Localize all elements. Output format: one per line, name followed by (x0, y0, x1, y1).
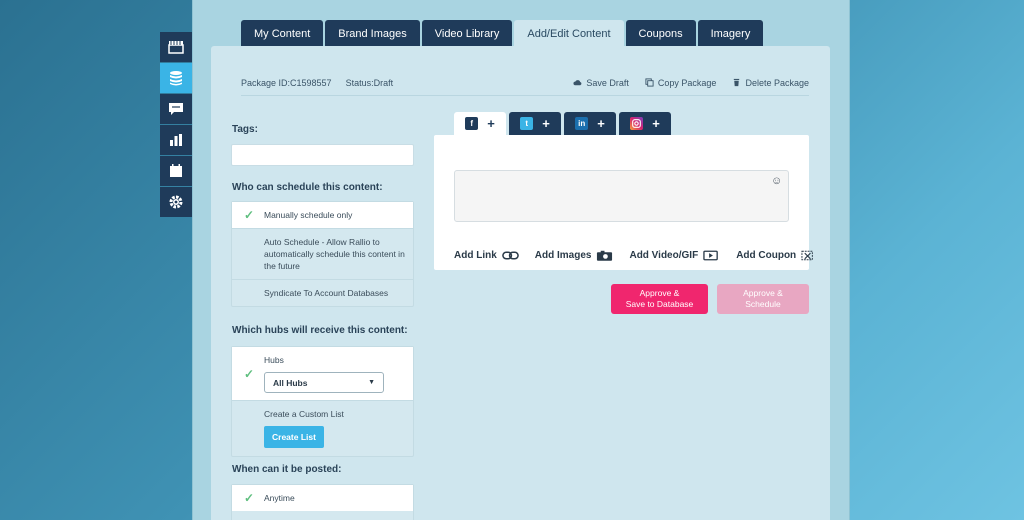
tab-instagram[interactable]: + (619, 112, 671, 135)
social-network-tabs: f + t + in + + (454, 112, 671, 135)
trash-icon (734, 78, 740, 87)
tab-imagery[interactable]: Imagery (697, 20, 764, 47)
copy-icon (645, 78, 654, 87)
add-coupon-button[interactable]: Add Coupon (736, 250, 818, 261)
add-images-button[interactable]: Add Images (535, 250, 614, 261)
option-hubs[interactable]: ✓ Hubs All Hubs ▼ (232, 347, 413, 400)
delete-package-button[interactable]: Delete Package (732, 78, 809, 88)
option-auto-schedule[interactable]: Auto Schedule - Allow Rallio to automati… (232, 228, 413, 279)
tab-brand-images[interactable]: Brand Images (325, 20, 420, 47)
linkedin-icon: in (575, 117, 589, 130)
option-manual-schedule[interactable]: ✓ Manually schedule only (232, 202, 413, 228)
plus-icon: + (542, 116, 550, 131)
tab-linkedin[interactable]: in + (564, 112, 616, 135)
check-icon: ✓ (244, 491, 255, 505)
hubs-select[interactable]: All Hubs ▼ (264, 372, 384, 393)
post-text-input[interactable] (454, 170, 789, 222)
chart-icon[interactable] (160, 125, 192, 155)
tags-input[interactable] (231, 144, 414, 166)
tab-add-edit-content[interactable]: Add/Edit Content (514, 20, 624, 47)
tab-twitter[interactable]: t + (509, 112, 561, 135)
instagram-icon (630, 117, 644, 130)
chat-icon[interactable] (160, 94, 192, 124)
posted-options: ✓ Anytime (231, 484, 414, 520)
add-link-button[interactable]: Add Link (454, 250, 519, 261)
cloud-icon (573, 80, 582, 86)
database-icon[interactable] (160, 63, 192, 93)
plus-icon: + (597, 116, 605, 131)
schedule-options: ✓ Manually schedule only Auto Schedule -… (231, 201, 414, 307)
approve-schedule-button[interactable]: Approve & Schedule (717, 284, 809, 314)
twitter-icon: t (520, 117, 534, 130)
option-syndicate[interactable]: Syndicate To Account Databases (232, 279, 413, 306)
camera-icon (597, 250, 613, 261)
hubs-label: Which hubs will receive this content: (232, 325, 408, 336)
schedule-label: Who can schedule this content: (232, 182, 383, 193)
tags-label: Tags: (232, 124, 258, 135)
calendar-icon[interactable] (160, 156, 192, 186)
plus-icon: + (487, 116, 495, 131)
package-bar: Package ID:C1598557 Status:Draft Save Dr… (241, 70, 809, 96)
tab-my-content[interactable]: My Content (241, 20, 324, 47)
package-status: Status:Draft (345, 77, 394, 88)
top-tabs: My Content Brand Images Video Library Ad… (241, 20, 764, 47)
check-icon: ✓ (244, 208, 255, 222)
posted-label: When can it be posted: (232, 464, 342, 475)
facebook-icon: f (465, 117, 479, 130)
store-icon[interactable] (160, 32, 192, 62)
plus-icon: + (652, 116, 660, 131)
tab-facebook[interactable]: f + (454, 112, 506, 135)
option-custom-list[interactable]: Create a Custom List Create List (232, 400, 413, 456)
link-icon (501, 251, 519, 260)
package-id: Package ID:C1598557 (241, 77, 332, 88)
add-video-button[interactable]: Add Video/GIF (629, 250, 720, 261)
save-draft-button[interactable]: Save Draft (573, 78, 629, 88)
scissors-icon (801, 250, 813, 261)
video-play-icon (703, 250, 719, 261)
check-icon: ✓ (244, 366, 255, 381)
tab-coupons[interactable]: Coupons (625, 20, 696, 47)
hubs-options: ✓ Hubs All Hubs ▼ Create a Custom List C… (231, 346, 414, 457)
gear-icon[interactable] (160, 187, 192, 217)
emoji-icon[interactable]: ☺ (771, 175, 782, 187)
create-list-button[interactable]: Create List (264, 426, 324, 448)
add-media-row: Add Link Add Images Add Video/GIF Add Co… (454, 250, 818, 261)
tab-video-library[interactable]: Video Library (421, 20, 513, 47)
copy-package-button[interactable]: Copy Package (645, 78, 716, 88)
approve-save-button[interactable]: Approve & Save to Database (611, 284, 708, 314)
dropdown-arrow-icon: ▼ (368, 378, 375, 386)
left-nav (160, 32, 192, 218)
option-anytime[interactable]: ✓ Anytime (232, 485, 413, 511)
